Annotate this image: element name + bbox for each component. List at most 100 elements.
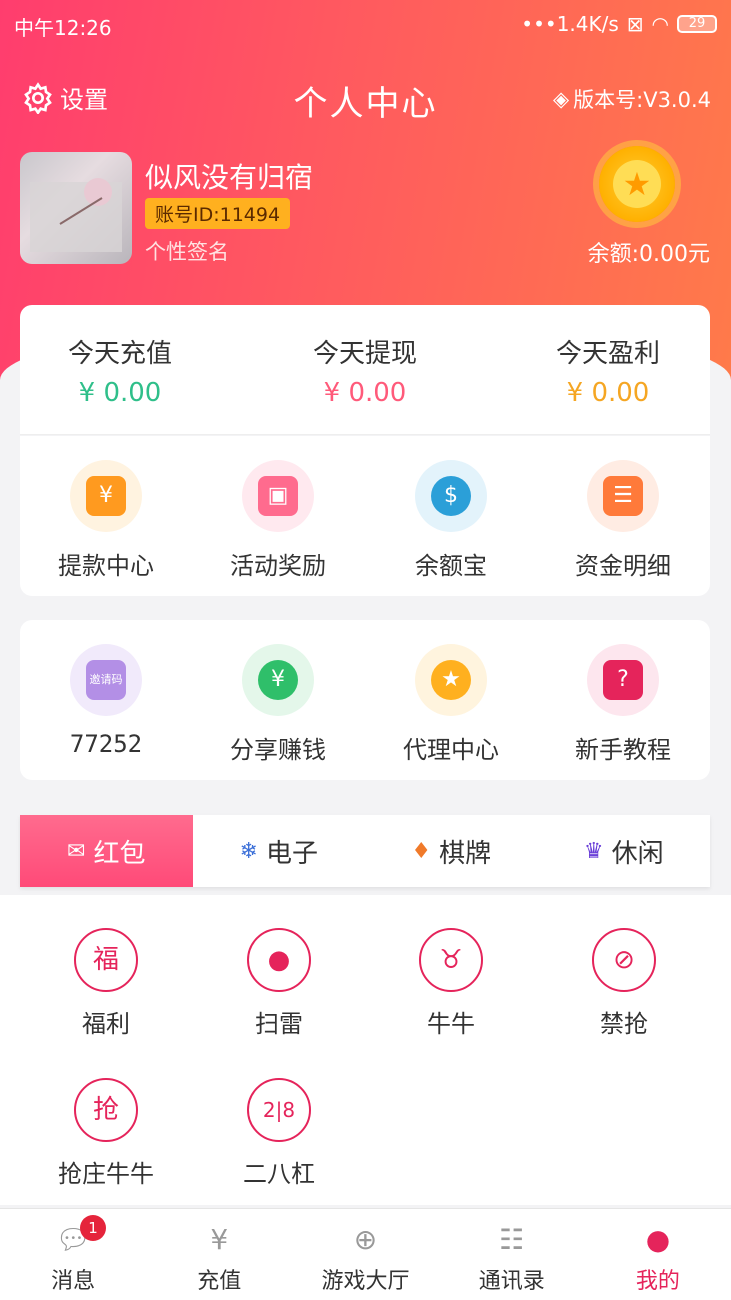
dice-28-icon: 2|8: [247, 1078, 311, 1142]
nav-label: 我的: [635, 1269, 680, 1294]
tab-leisure[interactable]: ♛ 休闲: [538, 815, 711, 887]
tile-label: 分享赚钱: [230, 736, 326, 764]
tab-electronic[interactable]: ❄ 电子: [193, 815, 366, 887]
tile-activity-rewards[interactable]: ▣ 活动奖励: [192, 460, 364, 581]
stat-label: 今天提现: [312, 339, 417, 369]
stat-recharge: 今天充值 ¥ 0.00: [20, 333, 220, 408]
red-envelope-icon: ✉: [67, 838, 86, 864]
version-label: ◈ 版本号:V3.0.4: [553, 84, 711, 114]
recharge-icon: ¥: [210, 1223, 229, 1256]
settings-button[interactable]: 设置: [22, 80, 108, 115]
withdraw-icon: ¥: [70, 460, 142, 532]
game-label: 扫雷: [255, 1010, 303, 1038]
tile-fund-details[interactable]: ☰ 资金明细: [537, 460, 709, 581]
tile-label: 代理中心: [403, 736, 499, 764]
game-28[interactable]: 2|8 二八杠: [204, 1078, 354, 1189]
tile-withdraw-center[interactable]: ¥ 提款中心: [20, 460, 192, 581]
tab-label: 电子: [265, 838, 318, 869]
no-grab-icon: ⊘: [592, 928, 656, 992]
tile-agent-center[interactable]: ★ 代理中心: [365, 644, 537, 765]
cards-icon: ♦: [411, 838, 432, 864]
tab-label: 红包: [93, 838, 146, 869]
tile-share-earn[interactable]: ¥ 分享赚钱: [192, 644, 364, 765]
stat-label: 今天充值: [67, 339, 172, 369]
balance: 余额:0.00元: [587, 242, 710, 267]
nav-label: 游戏大厅: [321, 1269, 410, 1294]
game-label: 二八杠: [243, 1160, 315, 1188]
status-icons: •••1.4K/s ⊠ ◠ 29: [521, 12, 717, 36]
game-grab-bull[interactable]: 抢 抢庄牛牛: [31, 1078, 181, 1189]
nav-label: 通讯录: [478, 1269, 545, 1294]
stat-value: ¥ 0.00: [323, 378, 407, 408]
nav-game-hall[interactable]: ⊕ 游戏大厅: [292, 1209, 438, 1300]
tile-tutorial[interactable]: ? 新手教程: [537, 644, 709, 765]
electronic-icon: ❄: [239, 838, 258, 864]
bottom-nav: 💬︎ 1 消息 ¥ 充值 ⊕ 游戏大厅 ☷ 通讯录 ● 我的: [0, 1208, 731, 1300]
tile-label: 提款中心: [58, 552, 154, 580]
status-time: 中午12:26: [14, 16, 112, 40]
battery-icon: 29: [677, 15, 717, 33]
status-bar: 中午12:26 •••1.4K/s ⊠ ◠ 29: [0, 0, 731, 50]
gear-icon: [24, 81, 52, 114]
game-label: 禁抢: [600, 1010, 648, 1038]
bull-icon: ♉: [419, 928, 483, 992]
signature[interactable]: 个性签名: [145, 236, 229, 266]
tab-label: 棋牌: [439, 838, 492, 869]
game-label: 福利: [82, 1010, 130, 1038]
nav-messages[interactable]: 💬︎ 1 消息: [0, 1209, 146, 1300]
game-label: 牛牛: [427, 1010, 475, 1038]
nav-recharge[interactable]: ¥ 充值: [146, 1209, 292, 1300]
top-bar: 设置 个人中心 ◈ 版本号:V3.0.4: [0, 72, 731, 124]
tab-red-envelope[interactable]: ✉ 红包: [20, 815, 193, 887]
invite-code-value: 77252: [69, 730, 143, 758]
bomb-icon: ●: [247, 928, 311, 992]
games-grid: 福 福利 ● 扫雷 ♉ 牛牛 ⊘ 禁抢 抢 抢庄牛牛 2|8 二八杠: [0, 895, 731, 1205]
coin-icon: ★: [599, 146, 675, 222]
game-bull[interactable]: ♉ 牛牛: [376, 928, 526, 1039]
gift-icon: ▣: [242, 460, 314, 532]
tools-grid: 邀请码 77252 ¥ 分享赚钱 ★ 代理中心 ? 新手教程: [20, 620, 710, 780]
share-money-icon: ¥: [242, 644, 314, 716]
tile-balance-treasure[interactable]: $ 余额宝: [365, 460, 537, 581]
game-label: 抢庄牛牛: [58, 1160, 154, 1188]
profile-icon: ●: [645, 1223, 671, 1256]
stat-value: ¥ 0.00: [566, 378, 650, 408]
sim-icon: ⊠: [626, 12, 644, 36]
message-icon: 💬︎: [55, 1223, 91, 1256]
nav-mine[interactable]: ● 我的: [585, 1209, 731, 1300]
account-id-badge: 账号ID:11494: [145, 198, 291, 229]
wifi-icon: ◠: [651, 12, 669, 36]
stats-card: 今天充值 ¥ 0.00 今天提现 ¥ 0.00 今天盈利 ¥ 0.00: [20, 305, 710, 435]
game-welfare[interactable]: 福 福利: [31, 928, 181, 1039]
grab-bull-icon: 抢: [74, 1078, 138, 1142]
tile-label: 余额宝: [415, 552, 487, 580]
finance-grid: ¥ 提款中心 ▣ 活动奖励 $ 余额宝 ☰ 资金明细: [20, 436, 710, 596]
tile-label: 资金明细: [575, 552, 671, 580]
clipboard-icon: ☰: [587, 460, 659, 532]
stat-withdraw: 今天提现 ¥ 0.00: [265, 333, 465, 408]
invite-code-icon: 邀请码: [70, 644, 142, 716]
money-bag-icon: $: [415, 460, 487, 532]
message-badge: 1: [80, 1215, 106, 1241]
leisure-icon: ♛: [583, 838, 604, 864]
gamepad-icon: ⊕: [353, 1223, 378, 1256]
settings-label: 设置: [60, 86, 108, 114]
game-no-grab[interactable]: ⊘ 禁抢: [549, 928, 699, 1039]
tile-invite-code[interactable]: 邀请码 77252: [20, 644, 192, 758]
stat-value: ¥ 0.00: [78, 378, 162, 408]
game-minesweeper[interactable]: ● 扫雷: [204, 928, 354, 1039]
contacts-icon: ☷: [499, 1223, 525, 1256]
tab-label: 休闲: [611, 838, 664, 869]
avatar[interactable]: [20, 152, 132, 264]
game-category-tabs: ✉ 红包 ❄ 电子 ♦ 棋牌 ♛ 休闲: [20, 815, 710, 887]
nav-contacts[interactable]: ☷ 通讯录: [439, 1209, 585, 1300]
stat-label: 今天盈利: [555, 339, 660, 369]
tile-label: 活动奖励: [230, 552, 326, 580]
network-speed: •••1.4K/s: [521, 12, 619, 36]
username: 似风没有归宿: [145, 161, 314, 194]
tab-cards[interactable]: ♦ 棋牌: [365, 815, 538, 887]
profile-section: 似风没有归宿 账号ID:11494 个性签名 ★ 余额:0.00元: [20, 146, 710, 267]
stat-profit: 今天盈利 ¥ 0.00: [508, 333, 708, 408]
nav-label: 消息: [51, 1269, 96, 1294]
nav-label: 充值: [197, 1269, 242, 1294]
